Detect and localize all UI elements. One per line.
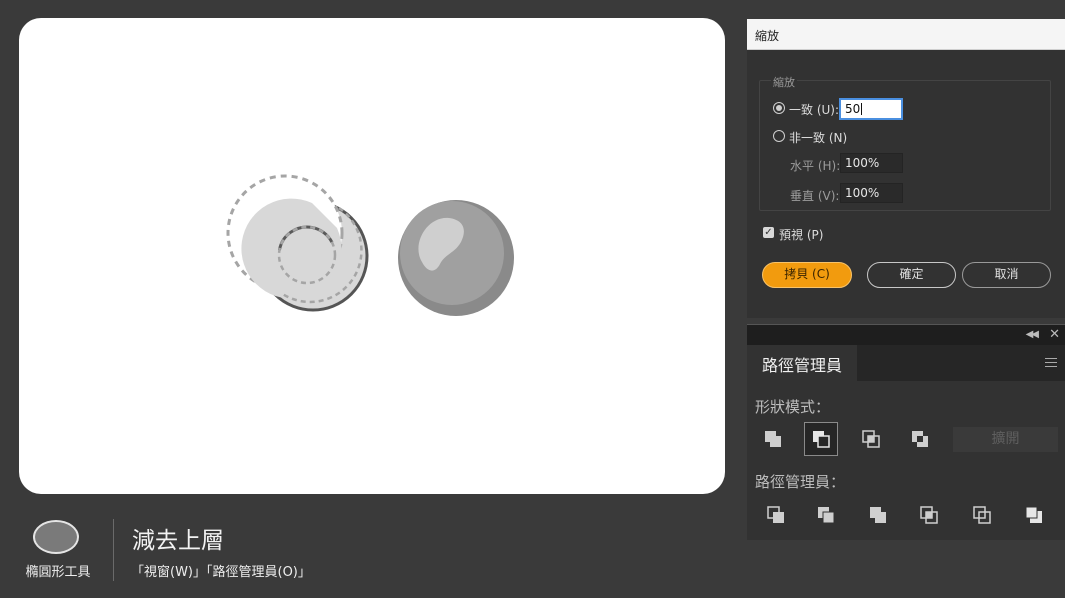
ellipse-tool-icon	[33, 520, 79, 554]
minus-back-icon[interactable]	[1018, 499, 1052, 533]
cancel-button[interactable]: 取消	[962, 262, 1051, 288]
horizontal-input[interactable]: 100%	[840, 153, 903, 173]
uniform-input[interactable]: 50	[839, 98, 903, 120]
divide-icon[interactable]	[760, 499, 794, 533]
caption-title: 減去上層	[132, 528, 224, 554]
unite-icon[interactable]	[756, 422, 790, 456]
panel-menu-icon[interactable]	[1045, 358, 1057, 367]
sphere-illustration	[398, 200, 514, 316]
tool-label: 橢圓形工具	[25, 565, 91, 580]
sphere-body	[400, 201, 504, 305]
non-uniform-label: 非一致 (N)	[789, 131, 848, 145]
close-icon[interactable]: ✕	[1049, 327, 1060, 342]
uniform-radio[interactable]	[773, 102, 785, 114]
outline-icon[interactable]	[966, 499, 1000, 533]
artboard	[19, 18, 725, 494]
ok-button[interactable]: 確定	[867, 262, 956, 288]
exclude-icon[interactable]	[903, 422, 937, 456]
collapse-icon[interactable]: ◀◀	[1026, 329, 1039, 340]
shape-modes-label: 形狀模式：	[755, 398, 831, 416]
intersect-icon[interactable]	[854, 422, 888, 456]
pathfinder-panel: ◀◀ ✕ 路徑管理員 形狀模式： 擴開 路徑管理員：	[747, 324, 1065, 540]
pathfinders-label: 路徑管理員：	[755, 473, 846, 491]
vertical-input[interactable]: 100%	[840, 183, 903, 203]
merge-icon[interactable]	[862, 499, 896, 533]
menu-path: 「視窗(W)」「路徑管理員(O)」	[131, 565, 311, 580]
dialog-title: 縮放	[755, 29, 780, 43]
preview-checkbox[interactable]: ✓	[763, 227, 774, 238]
vertical-label: 垂直 (V):	[790, 189, 840, 203]
uniform-label: 一致 (U):	[789, 103, 840, 117]
tab-pathfinder[interactable]: 路徑管理員	[747, 345, 857, 381]
crop-icon[interactable]	[913, 499, 947, 533]
trim-icon[interactable]	[810, 499, 844, 533]
non-uniform-radio[interactable]	[773, 130, 785, 142]
crescent-illustration	[226, 174, 369, 312]
scale-group-label: 縮放	[771, 74, 797, 90]
caption-divider	[113, 519, 114, 581]
horizontal-label: 水平 (H):	[790, 159, 841, 173]
dialog-titlebar: 縮放	[747, 19, 1065, 50]
panel-topbar: ◀◀ ✕	[747, 325, 1065, 345]
copy-button[interactable]: 拷貝 (C)	[762, 262, 852, 288]
preview-label: 預視 (P)	[779, 228, 824, 242]
expand-button[interactable]: 擴開	[953, 427, 1058, 452]
minus-front-icon[interactable]	[804, 422, 838, 456]
scale-dialog: 縮放 縮放 一致 (U): 50 非一致 (N) 水平 (H): 100% 垂直…	[747, 19, 1065, 318]
illustration	[226, 174, 514, 316]
